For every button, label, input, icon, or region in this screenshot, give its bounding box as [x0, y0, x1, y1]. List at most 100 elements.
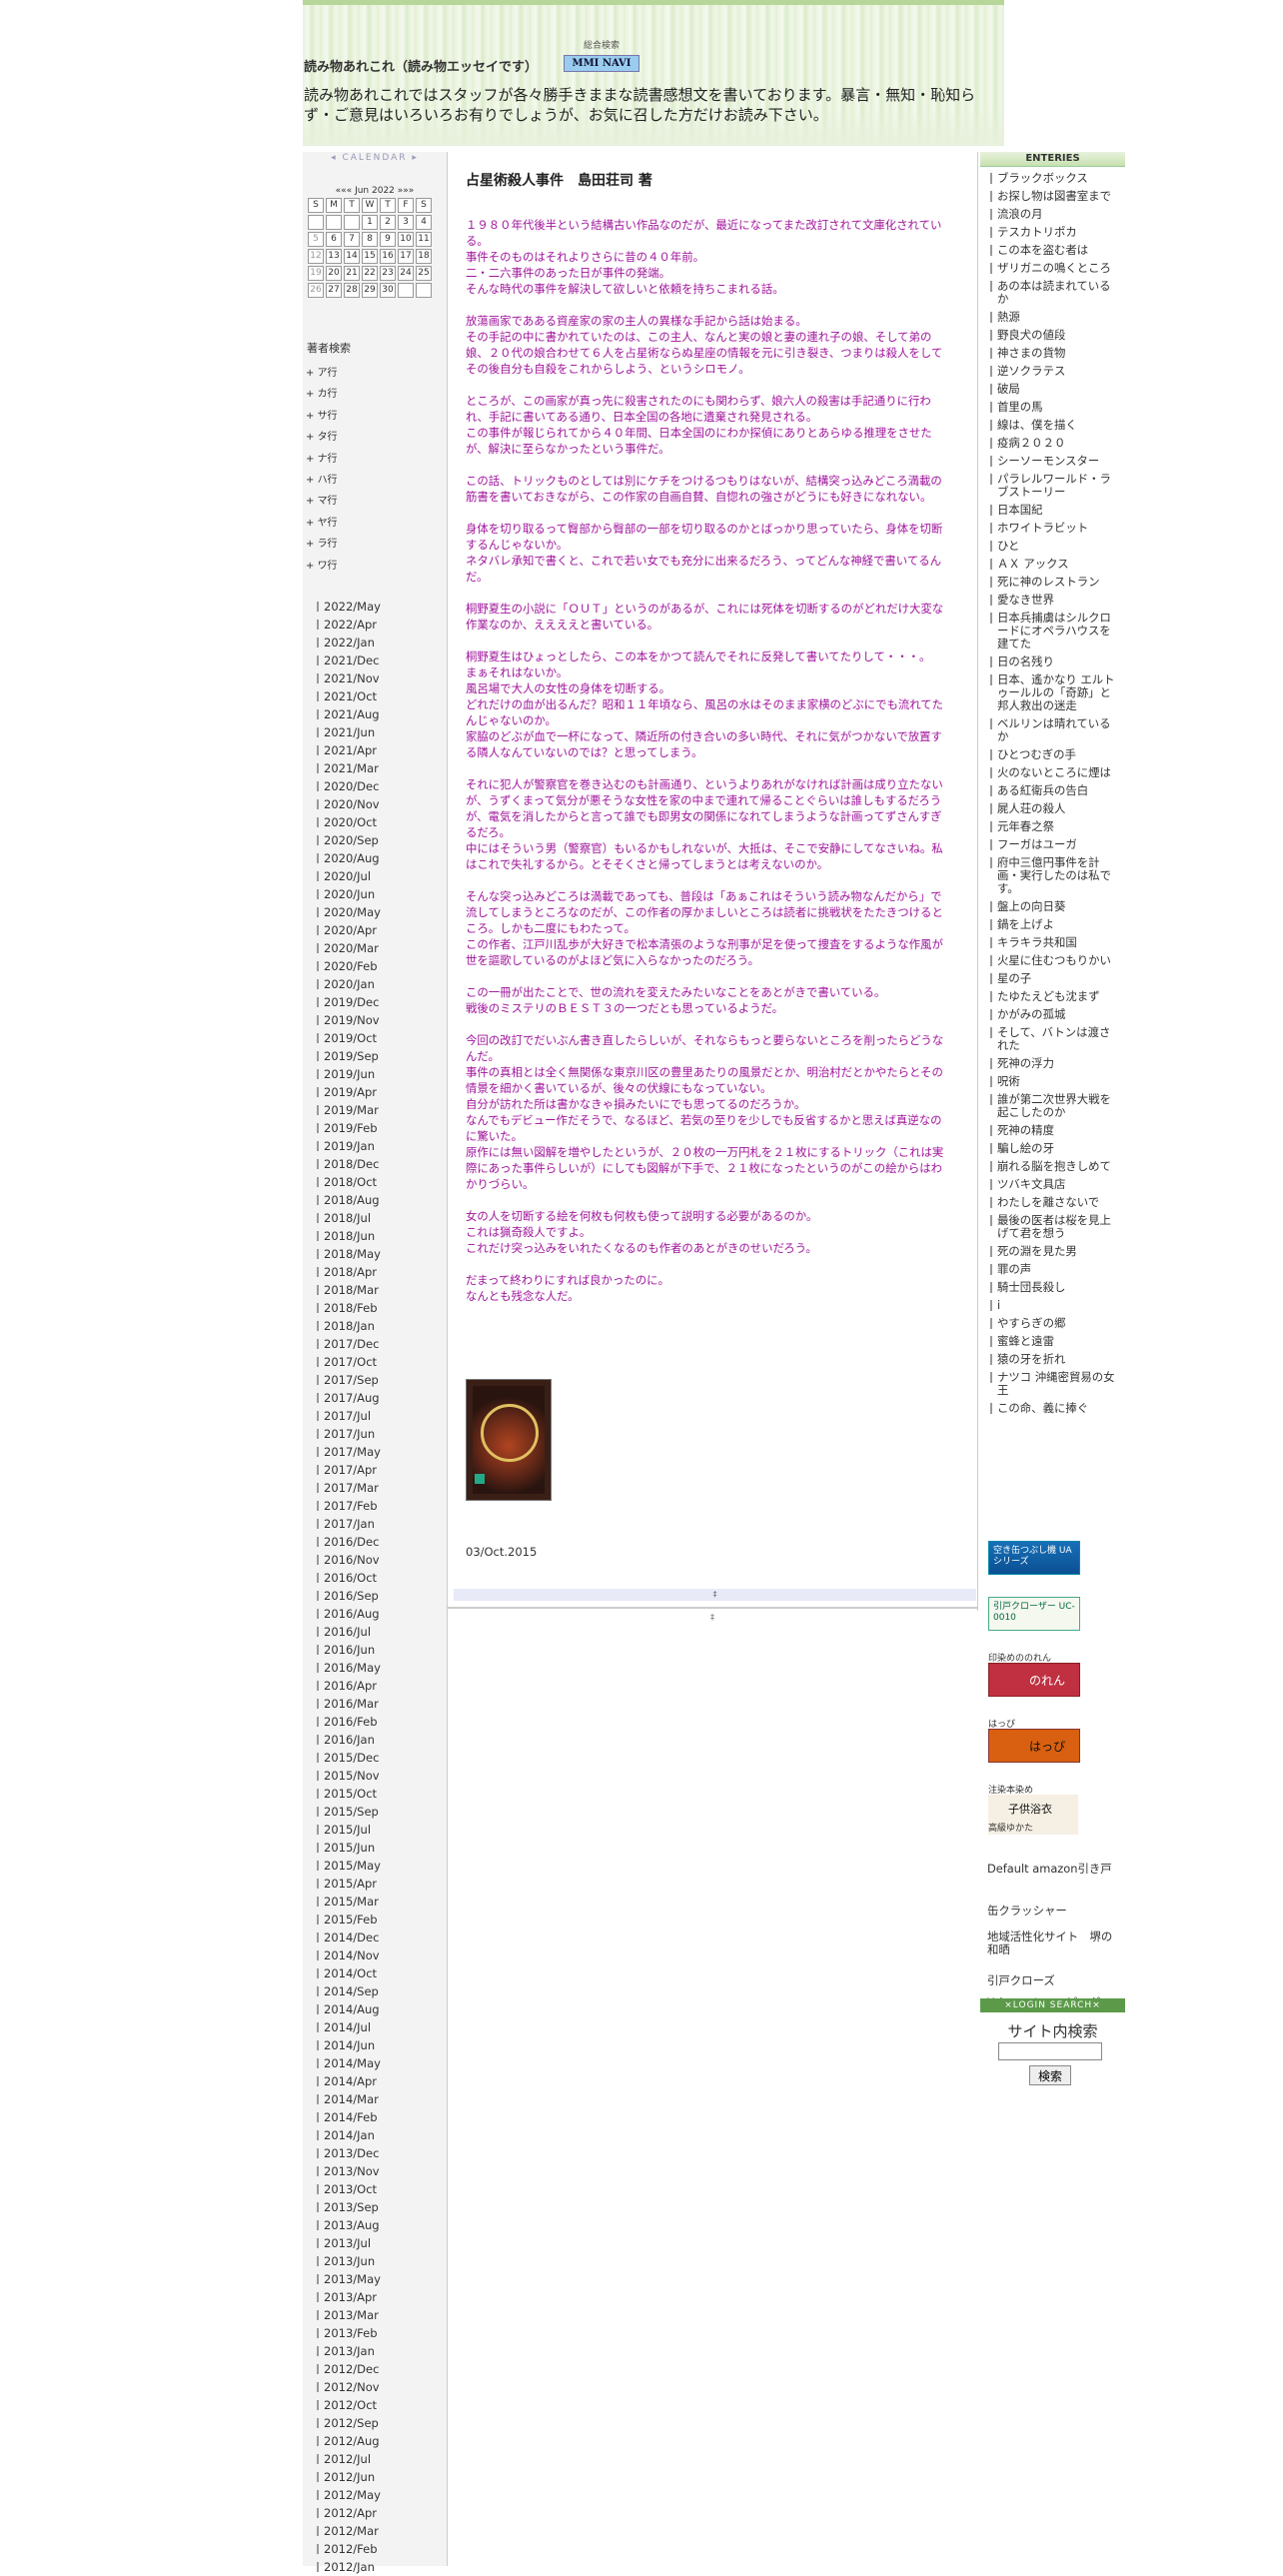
entry-link[interactable]: 線は、僕を描く [980, 419, 1125, 432]
archive-link[interactable]: 2016/Jul [317, 1623, 381, 1641]
yukata-banner[interactable]: 子供浴衣 高級ゆかた [988, 1795, 1078, 1835]
entry-link[interactable]: 日本兵捕虜はシルクロードにオペラハウスを建てた [980, 612, 1125, 650]
author-group-link[interactable]: + ヤ行 [306, 514, 338, 529]
archive-link[interactable]: 2016/Aug [317, 1605, 381, 1623]
entry-link[interactable]: 盤上の向日葵 [980, 900, 1125, 913]
archive-link[interactable]: 2015/Oct [317, 1785, 381, 1803]
author-group-link[interactable]: + サ行 [306, 407, 338, 422]
book-cover-image[interactable] [466, 1379, 552, 1501]
author-group-link[interactable]: + ア行 [306, 364, 338, 379]
entry-link[interactable]: 蜜蜂と遠雷 [980, 1335, 1125, 1348]
archive-link[interactable]: 2016/Dec [317, 1533, 381, 1551]
archive-link[interactable]: 2017/Jan [317, 1515, 381, 1533]
archive-link[interactable]: 2015/Sep [317, 1803, 381, 1821]
entry-link[interactable]: 愛なき世界 [980, 594, 1125, 607]
archive-link[interactable]: 2020/May [317, 903, 381, 921]
entry-link[interactable]: 熱源 [980, 311, 1125, 324]
archive-link[interactable]: 2022/May [317, 598, 381, 616]
archive-link[interactable]: 2017/Mar [317, 1479, 381, 1497]
author-group-link[interactable]: + ワ行 [306, 557, 338, 572]
entry-link[interactable]: やすらぎの郷 [980, 1317, 1125, 1330]
archive-link[interactable]: 2019/Jan [317, 1137, 381, 1155]
archive-link[interactable]: 2013/May [317, 2270, 381, 2288]
entry-link[interactable]: 流浪の月 [980, 208, 1125, 221]
entry-link[interactable]: 罪の声 [980, 1263, 1125, 1276]
entry-link[interactable]: わたしを離さないで [980, 1196, 1125, 1209]
entry-link[interactable]: この命、義に捧ぐ [980, 1402, 1125, 1415]
archive-link[interactable]: 2012/Jun [317, 2468, 381, 2486]
archive-link[interactable]: 2019/Oct [317, 1029, 381, 1047]
author-group-link[interactable]: + カ行 [306, 385, 338, 400]
entry-link[interactable]: あの本は読まれているか [980, 280, 1125, 306]
archive-link[interactable]: 2020/Jul [317, 867, 381, 885]
noren-banner[interactable]: のれん [988, 1663, 1080, 1697]
archive-link[interactable]: 2014/Jan [317, 2126, 381, 2144]
entry-link[interactable]: パラレルワールド・ラブストーリー [980, 473, 1125, 499]
archive-link[interactable]: 2020/Jun [317, 885, 381, 903]
archive-link[interactable]: 2020/Jan [317, 975, 381, 993]
archive-link[interactable]: 2015/Feb [317, 1911, 381, 1929]
archive-link[interactable]: 2014/Apr [317, 2072, 381, 2090]
archive-link[interactable]: 2014/May [317, 2054, 381, 2072]
archive-link[interactable]: 2016/Nov [317, 1551, 381, 1569]
entry-link[interactable]: 誰が第二次世界大戦を起こしたのか [980, 1093, 1125, 1119]
archive-link[interactable]: 2021/Dec [317, 651, 381, 669]
archive-link[interactable]: 2017/Jul [317, 1407, 381, 1425]
entry-link[interactable]: 日本国紀 [980, 504, 1125, 517]
archive-link[interactable]: 2017/Apr [317, 1461, 381, 1479]
archive-link[interactable]: 2019/Apr [317, 1083, 381, 1101]
entry-link[interactable]: 破局 [980, 383, 1125, 396]
archive-link[interactable]: 2020/Nov [317, 795, 381, 813]
archive-link[interactable]: 2021/Nov [317, 669, 381, 687]
author-group-link[interactable]: + ナ行 [306, 450, 338, 465]
entry-link[interactable]: 死の淵を見た男 [980, 1245, 1125, 1258]
next-month-link[interactable]: »»» [398, 186, 415, 196]
happi-banner[interactable]: はっぴ [988, 1729, 1080, 1763]
entry-link[interactable]: 猿の牙を折れ [980, 1353, 1125, 1366]
entry-link[interactable]: フーガはユーガ [980, 838, 1125, 851]
entry-link[interactable]: たゆたえども沈まず [980, 990, 1125, 1003]
archive-link[interactable]: 2013/Oct [317, 2180, 381, 2198]
entry-link[interactable]: ホワイトラビット [980, 522, 1125, 535]
entry-link[interactable]: シーソーモンスター [980, 455, 1125, 468]
sponsor-link[interactable]: 地域活性化サイト 堺の和晒 [987, 1931, 1122, 1956]
entry-link[interactable]: ＡＸ アックス [980, 558, 1125, 571]
archive-link[interactable]: 2016/Jan [317, 1731, 381, 1749]
archive-link[interactable]: 2016/May [317, 1659, 381, 1677]
archive-link[interactable]: 2021/Mar [317, 759, 381, 777]
archive-link[interactable]: 2017/Dec [317, 1335, 381, 1353]
archive-link[interactable]: 2014/Dec [317, 1929, 381, 1946]
sponsor-link[interactable]: Default amazon引き戸 [987, 1863, 1122, 1876]
archive-link[interactable]: 2018/May [317, 1245, 381, 1263]
archive-link[interactable]: 2017/Sep [317, 1371, 381, 1389]
entry-link[interactable]: この本を盗む者は [980, 244, 1125, 257]
archive-link[interactable]: 2016/Sep [317, 1587, 381, 1605]
entry-link[interactable]: 野良犬の値段 [980, 329, 1125, 342]
archive-link[interactable]: 2018/Jul [317, 1209, 381, 1227]
entry-link[interactable]: 騙し絵の牙 [980, 1142, 1125, 1155]
archive-link[interactable]: 2019/Dec [317, 993, 381, 1011]
archive-link[interactable]: 2019/Feb [317, 1119, 381, 1137]
archive-link[interactable]: 2019/Jun [317, 1065, 381, 1083]
archive-link[interactable]: 2014/Jun [317, 2036, 381, 2054]
entry-link[interactable]: 死神の浮力 [980, 1057, 1125, 1070]
archive-link[interactable]: 2021/Aug [317, 705, 381, 723]
archive-link[interactable]: 2012/Feb [317, 2540, 381, 2558]
entry-link[interactable]: ベルリンは晴れているか [980, 717, 1125, 743]
entry-link[interactable]: 鍋を上げよ [980, 918, 1125, 931]
archive-link[interactable]: 2020/Mar [317, 939, 381, 957]
archive-link[interactable]: 2012/Apr [317, 2504, 381, 2522]
archive-link[interactable]: 2014/Aug [317, 2000, 381, 2018]
site-title[interactable]: 読み物あれこれ（読み物エッセイです） [304, 56, 538, 75]
archive-link[interactable]: 2012/Aug [317, 2432, 381, 2450]
archive-link[interactable]: 2016/Oct [317, 1569, 381, 1587]
archive-link[interactable]: 2017/Feb [317, 1497, 381, 1515]
archive-link[interactable]: 2018/Dec [317, 1155, 381, 1173]
archive-link[interactable]: 2017/May [317, 1443, 381, 1461]
site-search-input[interactable] [998, 2042, 1102, 2060]
entry-link[interactable]: 神さまの貨物 [980, 347, 1125, 360]
entry-link[interactable]: 元年春之祭 [980, 820, 1125, 833]
archive-link[interactable]: 2012/Dec [317, 2360, 381, 2378]
archive-link[interactable]: 2014/Mar [317, 2090, 381, 2108]
archive-link[interactable]: 2020/Dec [317, 777, 381, 795]
